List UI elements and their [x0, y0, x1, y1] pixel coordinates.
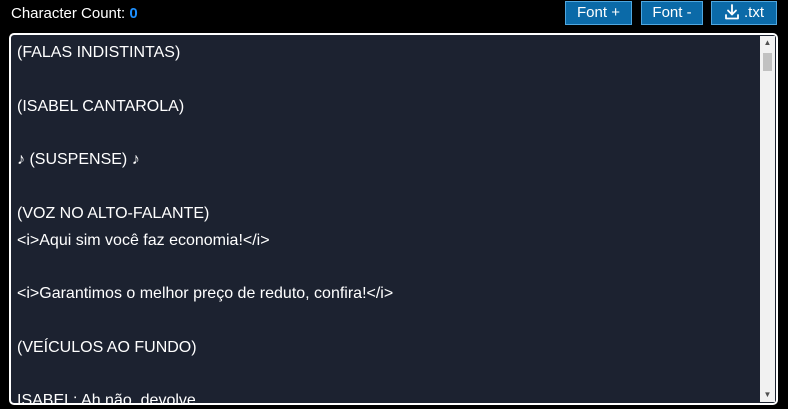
character-count: Character Count: 0: [11, 5, 138, 22]
download-txt-button[interactable]: .txt: [711, 1, 777, 25]
font-decrease-label: Font -: [652, 4, 692, 21]
editor-scrollbar[interactable]: ▲ ▼: [760, 36, 775, 402]
download-icon: [724, 4, 740, 27]
scroll-thumb[interactable]: [763, 53, 772, 71]
subtitle-text-editor[interactable]: (FALAS INDISTINTAS) (ISABEL CANTAROLA) ♪…: [9, 33, 778, 405]
character-count-value: 0: [129, 5, 138, 22]
scroll-down-arrow-icon[interactable]: ▼: [760, 388, 775, 402]
font-increase-button[interactable]: Font +: [565, 1, 632, 25]
top-bar: Character Count: 0 Font + Font - .txt: [0, 0, 788, 30]
editor-content[interactable]: (FALAS INDISTINTAS) (ISABEL CANTAROLA) ♪…: [17, 40, 757, 403]
font-increase-label: Font +: [577, 4, 620, 21]
scroll-up-arrow-icon[interactable]: ▲: [760, 36, 775, 50]
character-count-label: Character Count:: [11, 5, 126, 22]
font-decrease-button[interactable]: Font -: [641, 1, 703, 25]
download-txt-label: .txt: [743, 4, 764, 21]
